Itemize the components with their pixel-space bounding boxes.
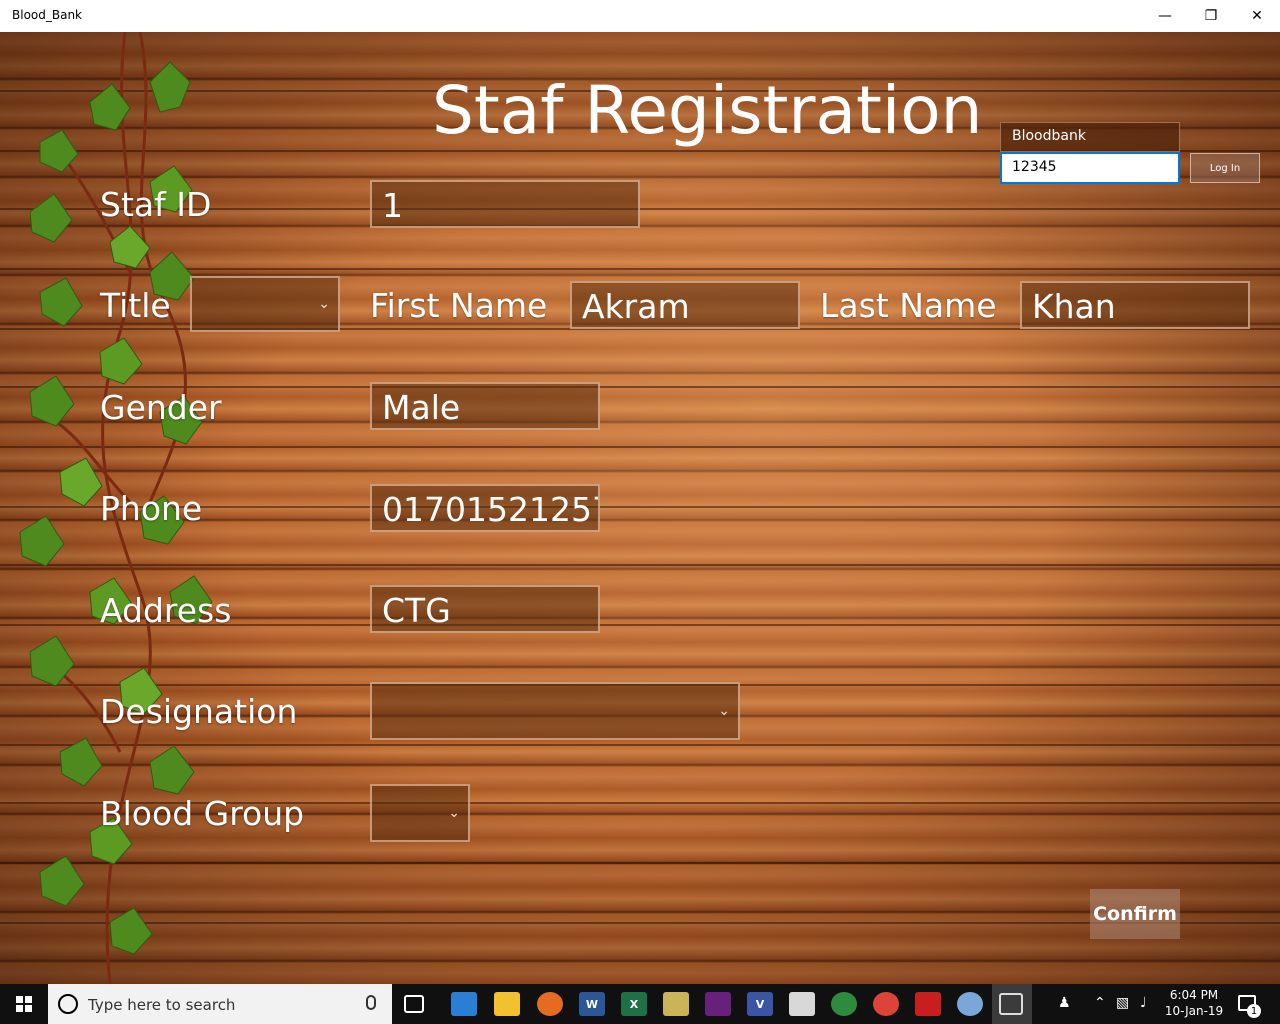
staf-id-input[interactable]: 1 — [370, 180, 640, 228]
password-input[interactable]: 12345 — [1000, 152, 1180, 184]
blood-group-label: Blood Group — [100, 794, 305, 833]
window-title: Blood_Bank — [12, 8, 83, 22]
chevron-down-icon: ⌄ — [718, 703, 730, 719]
designation-label: Designation — [100, 692, 298, 731]
last-name-input[interactable]: Khan — [1020, 281, 1250, 329]
excel-icon[interactable]: X — [621, 992, 647, 1016]
eye-app-icon[interactable] — [831, 992, 857, 1016]
word-icon[interactable]: W — [579, 992, 605, 1016]
chevron-up-icon[interactable]: ⌃ — [1094, 995, 1106, 1011]
minimize-button[interactable]: — — [1142, 0, 1188, 32]
taskbar: Type here to search W X V ♟ ⌃ ▧ ♩ 6:04 P… — [0, 984, 1280, 1024]
clock-date: 10-Jan-19 — [1164, 1004, 1224, 1018]
windows-logo-icon — [16, 996, 32, 1012]
staf-id-label: Staf ID — [100, 185, 212, 224]
first-name-label: First Name — [370, 286, 548, 325]
search-placeholder: Type here to search — [88, 996, 236, 1014]
log-in-button[interactable]: Log In — [1190, 153, 1260, 183]
notification-count-badge: 1 — [1247, 1004, 1261, 1018]
gender-input[interactable]: Male — [370, 382, 600, 430]
network-icon[interactable]: ▧ — [1116, 995, 1129, 1011]
paint-icon[interactable] — [957, 992, 983, 1016]
task-view-icon[interactable] — [404, 995, 424, 1013]
close-icon: ✕ — [1251, 8, 1263, 24]
designation-dropdown[interactable]: ⌄ — [370, 682, 740, 740]
taskbar-search-box[interactable]: Type here to search — [48, 984, 392, 1024]
close-button[interactable]: ✕ — [1234, 0, 1280, 32]
address-input[interactable]: CTG — [370, 585, 600, 633]
app-canvas: Staf Registration Bloodbank 12345 Log In… — [0, 32, 1280, 984]
confirm-button[interactable]: Confirm — [1090, 889, 1180, 939]
visio-icon[interactable]: V — [747, 992, 773, 1016]
maximize-button[interactable]: ❐ — [1188, 0, 1234, 32]
last-name-label: Last Name — [820, 286, 997, 325]
first-name-input[interactable]: Akram — [570, 281, 800, 329]
acrobat-icon[interactable] — [915, 992, 941, 1016]
people-icon[interactable]: ♟ — [1058, 995, 1071, 1011]
start-button[interactable] — [0, 984, 48, 1024]
title-bar: Blood_Bank — ❐ ✕ — [0, 0, 1280, 32]
tool-app-icon[interactable] — [663, 992, 689, 1016]
title-dropdown[interactable]: ⌄ — [190, 276, 340, 332]
blood-bank-app-icon[interactable] — [999, 993, 1023, 1015]
chevron-down-icon: ⌄ — [318, 296, 330, 312]
file-explorer-icon[interactable] — [494, 992, 520, 1016]
blue-app-icon[interactable] — [451, 992, 477, 1016]
minimize-icon: — — [1158, 8, 1172, 24]
chevron-down-icon: ⌄ — [448, 805, 460, 821]
firefox-icon[interactable] — [537, 992, 563, 1016]
address-label: Address — [100, 591, 232, 630]
restore-icon: ❐ — [1204, 8, 1218, 24]
visual-studio-icon[interactable] — [705, 992, 731, 1016]
gender-label: Gender — [100, 388, 222, 427]
phone-input[interactable]: 01701521257 — [370, 484, 600, 532]
volume-icon[interactable]: ♩ — [1140, 995, 1147, 1011]
paint-app-icon[interactable] — [789, 992, 815, 1016]
system-clock[interactable]: 6:04 PM 10-Jan-19 — [1162, 987, 1226, 1019]
blood-group-dropdown[interactable]: ⌄ — [370, 784, 470, 842]
cortana-icon — [58, 994, 78, 1014]
page-title: Staf Registration — [432, 72, 983, 149]
microphone-icon[interactable] — [366, 995, 376, 1010]
username-input[interactable]: Bloodbank — [1000, 122, 1180, 152]
clock-time: 6:04 PM — [1169, 988, 1219, 1002]
phone-label: Phone — [100, 489, 203, 528]
chrome-icon[interactable] — [873, 992, 899, 1016]
title-label: Title — [100, 286, 171, 325]
